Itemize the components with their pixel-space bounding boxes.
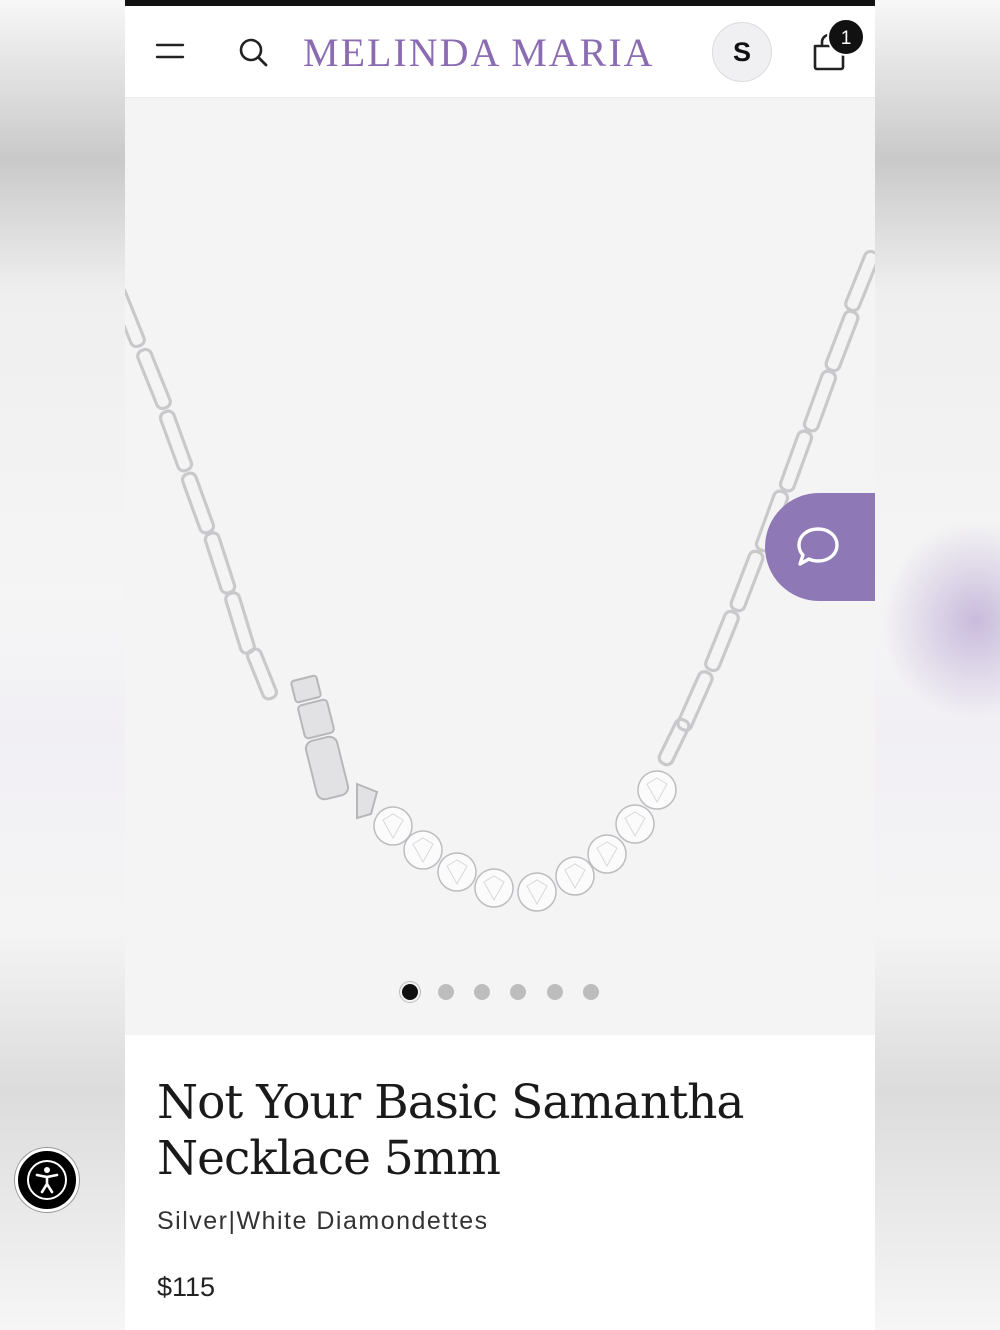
chat-button[interactable]: [765, 493, 875, 601]
gallery-dot-6[interactable]: [583, 984, 599, 1000]
menu-button[interactable]: [153, 36, 187, 66]
hamburger-menu-icon: [155, 43, 185, 59]
mobile-page: MELINDA MARIA S 1 Not Your Basic Samanth…: [125, 0, 875, 1330]
search-button[interactable]: [235, 34, 271, 70]
chat-bubble-icon: [797, 527, 839, 566]
product-price: $115: [157, 1272, 216, 1302]
accessibility-person-icon: [27, 1160, 67, 1200]
product-image[interactable]: [125, 98, 875, 1035]
gallery-dot-1[interactable]: [402, 984, 418, 1000]
left-background: [0, 0, 125, 1330]
gallery-dot-4[interactable]: [510, 984, 526, 1000]
gallery-dot-2[interactable]: [438, 984, 454, 1000]
brand-logo[interactable]: MELINDA MARIA: [303, 28, 693, 78]
gallery-dot-5[interactable]: [547, 984, 563, 1000]
account-avatar[interactable]: S: [712, 22, 772, 82]
product-info: Not Your Basic Samantha Necklace 5mm Sil…: [125, 1035, 875, 1330]
product-title: Not Your Basic Samantha Necklace 5mm: [157, 1075, 744, 1186]
accessibility-button[interactable]: [15, 1148, 79, 1212]
background-glow: [880, 520, 1000, 720]
cart-count-badge: 1: [827, 18, 865, 56]
product-gallery[interactable]: [125, 98, 875, 1035]
product-variant: Silver|White Diamondettes: [157, 1207, 489, 1235]
gallery-dot-3[interactable]: [474, 984, 490, 1000]
site-header: MELINDA MARIA S 1: [125, 6, 875, 98]
search-icon: [239, 38, 268, 67]
gallery-pagination: [399, 982, 599, 1002]
